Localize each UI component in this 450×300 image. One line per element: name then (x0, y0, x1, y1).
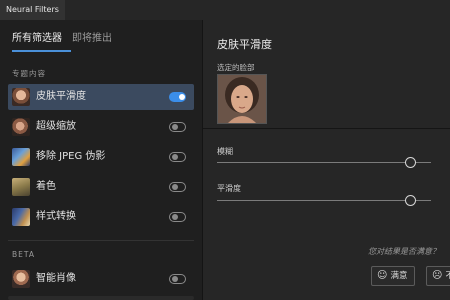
filter-item-skin-smoothing[interactable]: 皮肤平滑度 (8, 84, 194, 110)
filter-item-style-transfer[interactable]: 样式转换 (8, 204, 194, 230)
filter-toggle[interactable] (169, 182, 186, 192)
not-satisfied-button[interactable]: ☹ 不 (426, 266, 450, 286)
filter-list-panel: 所有筛选器 即将推出 专题内容 皮肤平滑度 超级缩放 移除 JPEG 伪影 着色… (0, 20, 202, 300)
smoothness-slider-handle[interactable] (404, 195, 416, 206)
blur-slider-handle[interactable] (404, 157, 416, 168)
filter-item-next-partial (8, 296, 194, 300)
window-tab[interactable]: Neural Filters (0, 0, 65, 20)
jpeg-artifacts-thumbnail (12, 148, 30, 166)
smile-icon: ☺ (377, 270, 388, 281)
panel-divider (203, 128, 450, 129)
skin-smoothing-thumbnail (12, 88, 30, 106)
filter-settings-title: 皮肤平滑度 (217, 38, 272, 51)
filter-item-super-zoom[interactable]: 超级缩放 (8, 114, 194, 140)
blur-slider-track[interactable] (217, 162, 431, 163)
active-tab-indicator (12, 50, 71, 52)
filter-toggle[interactable] (169, 212, 186, 222)
filter-label: 着色 (36, 181, 56, 192)
filter-label: 样式转换 (36, 211, 76, 222)
filter-item-jpeg-artifacts-removal[interactable]: 移除 JPEG 伪影 (8, 144, 194, 170)
filter-item-smart-portrait[interactable]: 智能肖像 (8, 266, 194, 292)
filter-toggle[interactable] (169, 152, 186, 162)
filter-toggle[interactable] (169, 122, 186, 132)
filter-toggle[interactable] (169, 274, 186, 284)
frown-icon: ☹ (432, 270, 443, 281)
selected-face-label: 选定的脸部 (217, 63, 255, 72)
section-featured-heading: 专题内容 (12, 69, 46, 78)
smart-portrait-thumbnail (12, 270, 30, 288)
selected-face-thumbnail[interactable] (217, 74, 267, 124)
feedback-question: 您对结果是否满意？ (368, 247, 440, 256)
colorize-thumbnail (12, 178, 30, 196)
smoothness-slider-track[interactable] (217, 200, 431, 201)
section-divider (8, 240, 194, 241)
tab-coming-soon[interactable]: 即将推出 (72, 32, 112, 46)
super-zoom-thumbnail (12, 118, 30, 136)
satisfied-button[interactable]: ☺ 满意 (371, 266, 415, 286)
filter-item-colorize[interactable]: 着色 (8, 174, 194, 200)
filter-label: 皮肤平滑度 (36, 91, 86, 102)
smoothness-slider-label: 平滑度 (217, 184, 241, 193)
blur-slider-label: 模糊 (217, 147, 233, 156)
filter-toggle[interactable] (169, 92, 186, 102)
filter-label: 移除 JPEG 伪影 (36, 151, 106, 162)
filter-label: 智能肖像 (36, 273, 76, 284)
filter-label: 超级缩放 (36, 121, 76, 132)
filter-settings-panel: 皮肤平滑度 选定的脸部 模糊 平滑度 您对结果是否满意？ ☺ 满意 ☹ 不 (202, 20, 450, 300)
section-beta-heading: BETA (12, 250, 36, 259)
style-transfer-thumbnail (12, 208, 30, 226)
title-bar: Neural Filters (0, 0, 450, 21)
tab-all-filters[interactable]: 所有筛选器 (12, 32, 62, 46)
